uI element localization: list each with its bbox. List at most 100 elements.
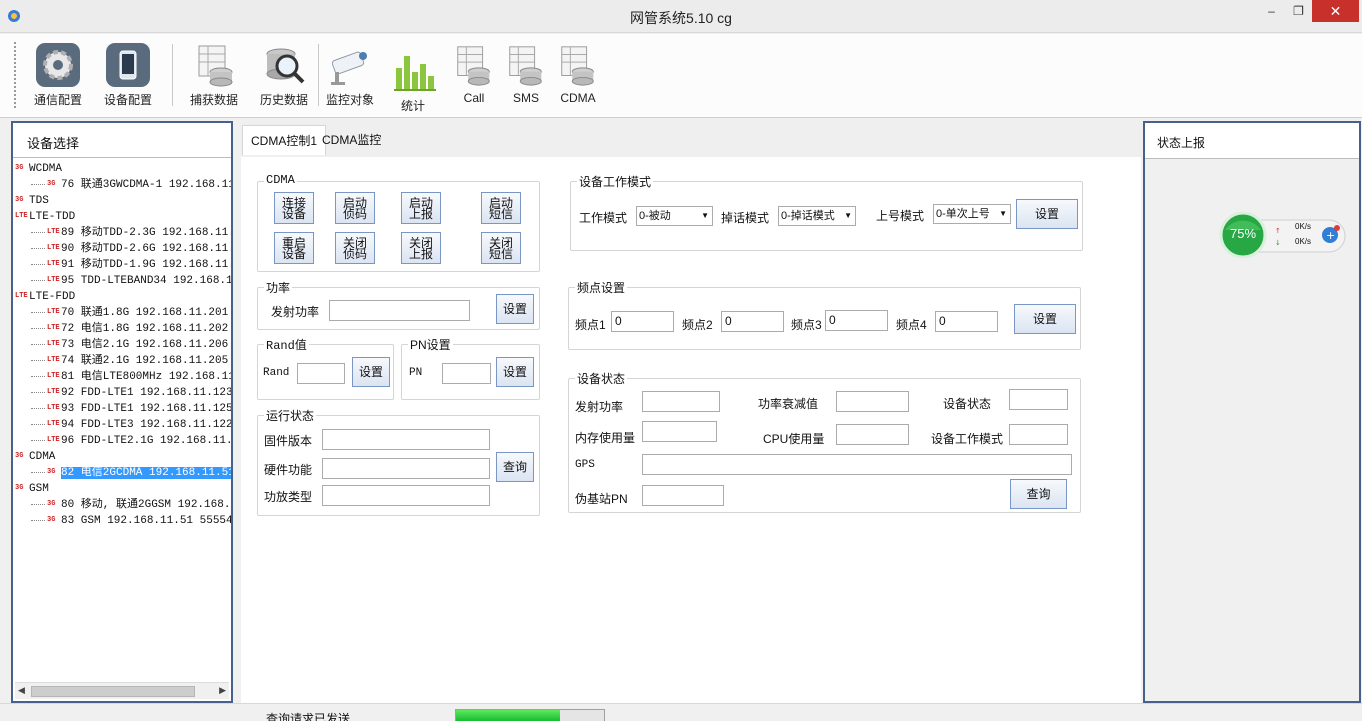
pn-set-button[interactable]: 设置 xyxy=(496,357,534,387)
svg-text:+: + xyxy=(1326,229,1335,242)
toolbar-device-config-button[interactable]: 设备配置 xyxy=(100,42,156,108)
tree-device-item[interactable]: LTE81 电信LTE800MHz 192.168.11.55 xyxy=(31,369,231,385)
memory-usage-input[interactable] xyxy=(642,421,717,442)
tree-category[interactable]: 3G TDS xyxy=(15,193,49,209)
tree-category[interactable]: 3G GSM xyxy=(15,481,49,497)
tree-device-item[interactable]: LTE90 移动TDD-2.6G 192.168.11.101 xyxy=(31,241,231,257)
scrollbar-thumb[interactable] xyxy=(31,686,195,697)
tree-device-item[interactable]: LTE93 FDD-LTE1 192.168.11.125 920 xyxy=(31,401,231,417)
cdma-control-group: CDMA 连接 设备 启动 侦码 启动 上报 启动 短信 重启 设备 关闭 侦码 关闭 上报 … xyxy=(257,173,540,272)
toolbar-statistics-button[interactable]: 统计 xyxy=(388,42,438,114)
gps-input[interactable] xyxy=(642,454,1072,475)
toolbar-history-data-button[interactable]: 历史数据 xyxy=(256,42,312,108)
upload-speed: 0K/s xyxy=(1295,222,1312,231)
tree-device-item[interactable]: LTE72 电信1.8G 192.168.11.202 920 xyxy=(31,321,231,337)
freq-4-input[interactable]: 0 xyxy=(935,311,998,332)
toolbar-cdma-button[interactable]: CDMA xyxy=(556,42,600,105)
tree-device-item[interactable]: 3G 82 电信2GCDMA 192.168.11.51 900 xyxy=(31,465,231,481)
phone-icon xyxy=(106,43,150,87)
frequency-set-button[interactable]: 设置 xyxy=(1014,304,1076,334)
tree-item-label: LTE-FDD xyxy=(29,291,76,303)
tree-category[interactable]: LTELTE-TDD xyxy=(15,209,75,225)
device-state-input[interactable] xyxy=(1009,389,1068,410)
work-mode-select[interactable]: 0-被动 ▼ xyxy=(636,206,713,226)
tree-device-item[interactable]: LTE89 移动TDD-2.3G 192.168.11.100 xyxy=(31,225,231,241)
status-report-panel: 状态上报 xyxy=(1143,121,1361,703)
tree-category[interactable]: 3G WCDMA xyxy=(15,161,62,177)
tree-device-item[interactable]: LTE95 TDD-LTEBAND34 192.168.11.10 xyxy=(31,273,231,289)
power-set-button[interactable]: 设置 xyxy=(496,294,534,324)
hardware-input[interactable] xyxy=(322,458,490,479)
toolbar-monitor-target-button[interactable]: 监控对象 xyxy=(322,42,378,108)
tree-connector xyxy=(31,519,45,521)
status-query-button[interactable]: 查询 xyxy=(1010,479,1067,509)
network-speed-widget[interactable]: ↑ ↓ + 75% 0K/s 0K/s xyxy=(1219,211,1347,259)
group-legend: 设备状态 xyxy=(575,370,628,387)
scroll-right-icon[interactable]: ▶ xyxy=(219,685,226,696)
amp-type-input[interactable] xyxy=(322,485,490,506)
firmware-input[interactable] xyxy=(322,429,490,450)
work-mode-set-button[interactable]: 设置 xyxy=(1016,199,1078,229)
memory-usage-label: 内存使用量 xyxy=(575,431,636,445)
stop-report-button[interactable]: 关闭 上报 xyxy=(401,232,441,264)
device-work-mode-input[interactable] xyxy=(1009,424,1068,445)
stop-sms-button[interactable]: 关闭 短信 xyxy=(481,232,521,264)
group-legend: 功率 xyxy=(264,279,293,296)
toolbar-capture-data-button[interactable]: 捕获数据 xyxy=(186,42,242,108)
freq-4-label: 频点4 xyxy=(896,318,927,332)
pn-input[interactable] xyxy=(442,363,491,384)
hardware-label: 硬件功能 xyxy=(264,463,313,477)
tx-power-input[interactable] xyxy=(329,300,470,321)
toolbar-comm-config-button[interactable]: 通信配置 xyxy=(30,42,86,108)
scroll-left-icon[interactable]: ◀ xyxy=(18,685,25,696)
freq-3-input[interactable]: 0 xyxy=(825,310,888,331)
rand-input[interactable] xyxy=(297,363,345,384)
maximize-button[interactable]: ❐ xyxy=(1285,0,1312,22)
network-signal-icon: LTE xyxy=(47,244,60,252)
restart-device-button[interactable]: 重启 设备 xyxy=(274,232,314,264)
tree-device-item[interactable]: 3G 80 移动, 联通2GGSM 192.168.11.5 xyxy=(31,497,231,513)
toolbar: 通信配置 设备配置 捕获数据 历史数据 监控对象 统计 Call SMS CDM… xyxy=(0,34,1362,118)
horizontal-scrollbar[interactable]: ◀ ▶ xyxy=(15,682,229,699)
run-query-button[interactable]: 查询 xyxy=(496,452,534,482)
tree-item-label: WCDMA xyxy=(29,163,63,175)
tree-category[interactable]: LTELTE-FDD xyxy=(15,289,75,305)
tree-device-item[interactable]: 3G 76 联通3GWCDMA-1 192.168.11.20 xyxy=(31,177,231,193)
device-work-mode-label: 设备工作模式 xyxy=(931,432,1004,446)
tree-category[interactable]: 3G CDMA xyxy=(15,449,55,465)
freq-2-input[interactable]: 0 xyxy=(721,311,784,332)
tree-device-item[interactable]: LTE96 FDD-LTE2.1G 192.168.11.120 9 xyxy=(31,433,231,449)
network-signal-icon: 3G xyxy=(15,484,24,492)
freq-1-input[interactable]: 0 xyxy=(611,311,674,332)
device-tree[interactable]: 3G WCDMA 3G 76 联通3GWCDMA-1 192.168.11.20 3G T… xyxy=(13,159,231,681)
status-tx-power-input[interactable] xyxy=(642,391,720,412)
tree-device-item[interactable]: LTE91 移动TDD-1.9G 192.168.11.102 xyxy=(31,257,231,273)
minimize-button[interactable]: – xyxy=(1258,0,1285,22)
tree-device-item[interactable]: LTE92 FDD-LTE1 192.168.11.123 920 xyxy=(31,385,231,401)
report-mode-value: 0-单次上号 xyxy=(936,208,990,220)
tab-bar: CDMA控制1 CDMA监控 xyxy=(241,121,1141,157)
network-signal-icon: LTE xyxy=(15,292,28,300)
start-code-detect-button[interactable]: 启动 侦码 xyxy=(335,192,375,224)
report-mode-select[interactable]: 0-单次上号 ▼ xyxy=(933,204,1011,224)
tree-device-item[interactable]: LTE73 电信2.1G 192.168.11.206 920 xyxy=(31,337,231,353)
tab-cdma-monitor[interactable]: CDMA监控 xyxy=(314,125,389,155)
close-button[interactable]: ✕ xyxy=(1312,0,1359,22)
tree-item-label: 90 移动TDD-2.6G 192.168.11.101 xyxy=(61,243,231,255)
tree-device-item[interactable]: 3G 83 GSM 192.168.11.51 55554 xyxy=(31,513,231,529)
connect-device-button[interactable]: 连接 设备 xyxy=(274,192,314,224)
start-sms-button[interactable]: 启动 短信 xyxy=(481,192,521,224)
pseudo-bts-pn-input[interactable] xyxy=(642,485,724,506)
drop-mode-select[interactable]: 0-掉话模式 ▼ xyxy=(778,206,856,226)
tree-device-item[interactable]: LTE70 联通1.8G 192.168.11.201 920 xyxy=(31,305,231,321)
magnifier-database-icon xyxy=(266,48,305,84)
toolbar-call-button[interactable]: Call xyxy=(452,42,496,105)
start-report-button[interactable]: 启动 上报 xyxy=(401,192,441,224)
tree-device-item[interactable]: LTE94 FDD-LTE3 192.168.11.122 920 xyxy=(31,417,231,433)
toolbar-sms-button[interactable]: SMS xyxy=(504,42,548,105)
tree-device-item[interactable]: LTE74 联通2.1G 192.168.11.205 920 xyxy=(31,353,231,369)
power-attenuation-input[interactable] xyxy=(836,391,909,412)
rand-set-button[interactable]: 设置 xyxy=(352,357,390,387)
stop-code-detect-button[interactable]: 关闭 侦码 xyxy=(335,232,375,264)
cpu-usage-input[interactable] xyxy=(836,424,909,445)
